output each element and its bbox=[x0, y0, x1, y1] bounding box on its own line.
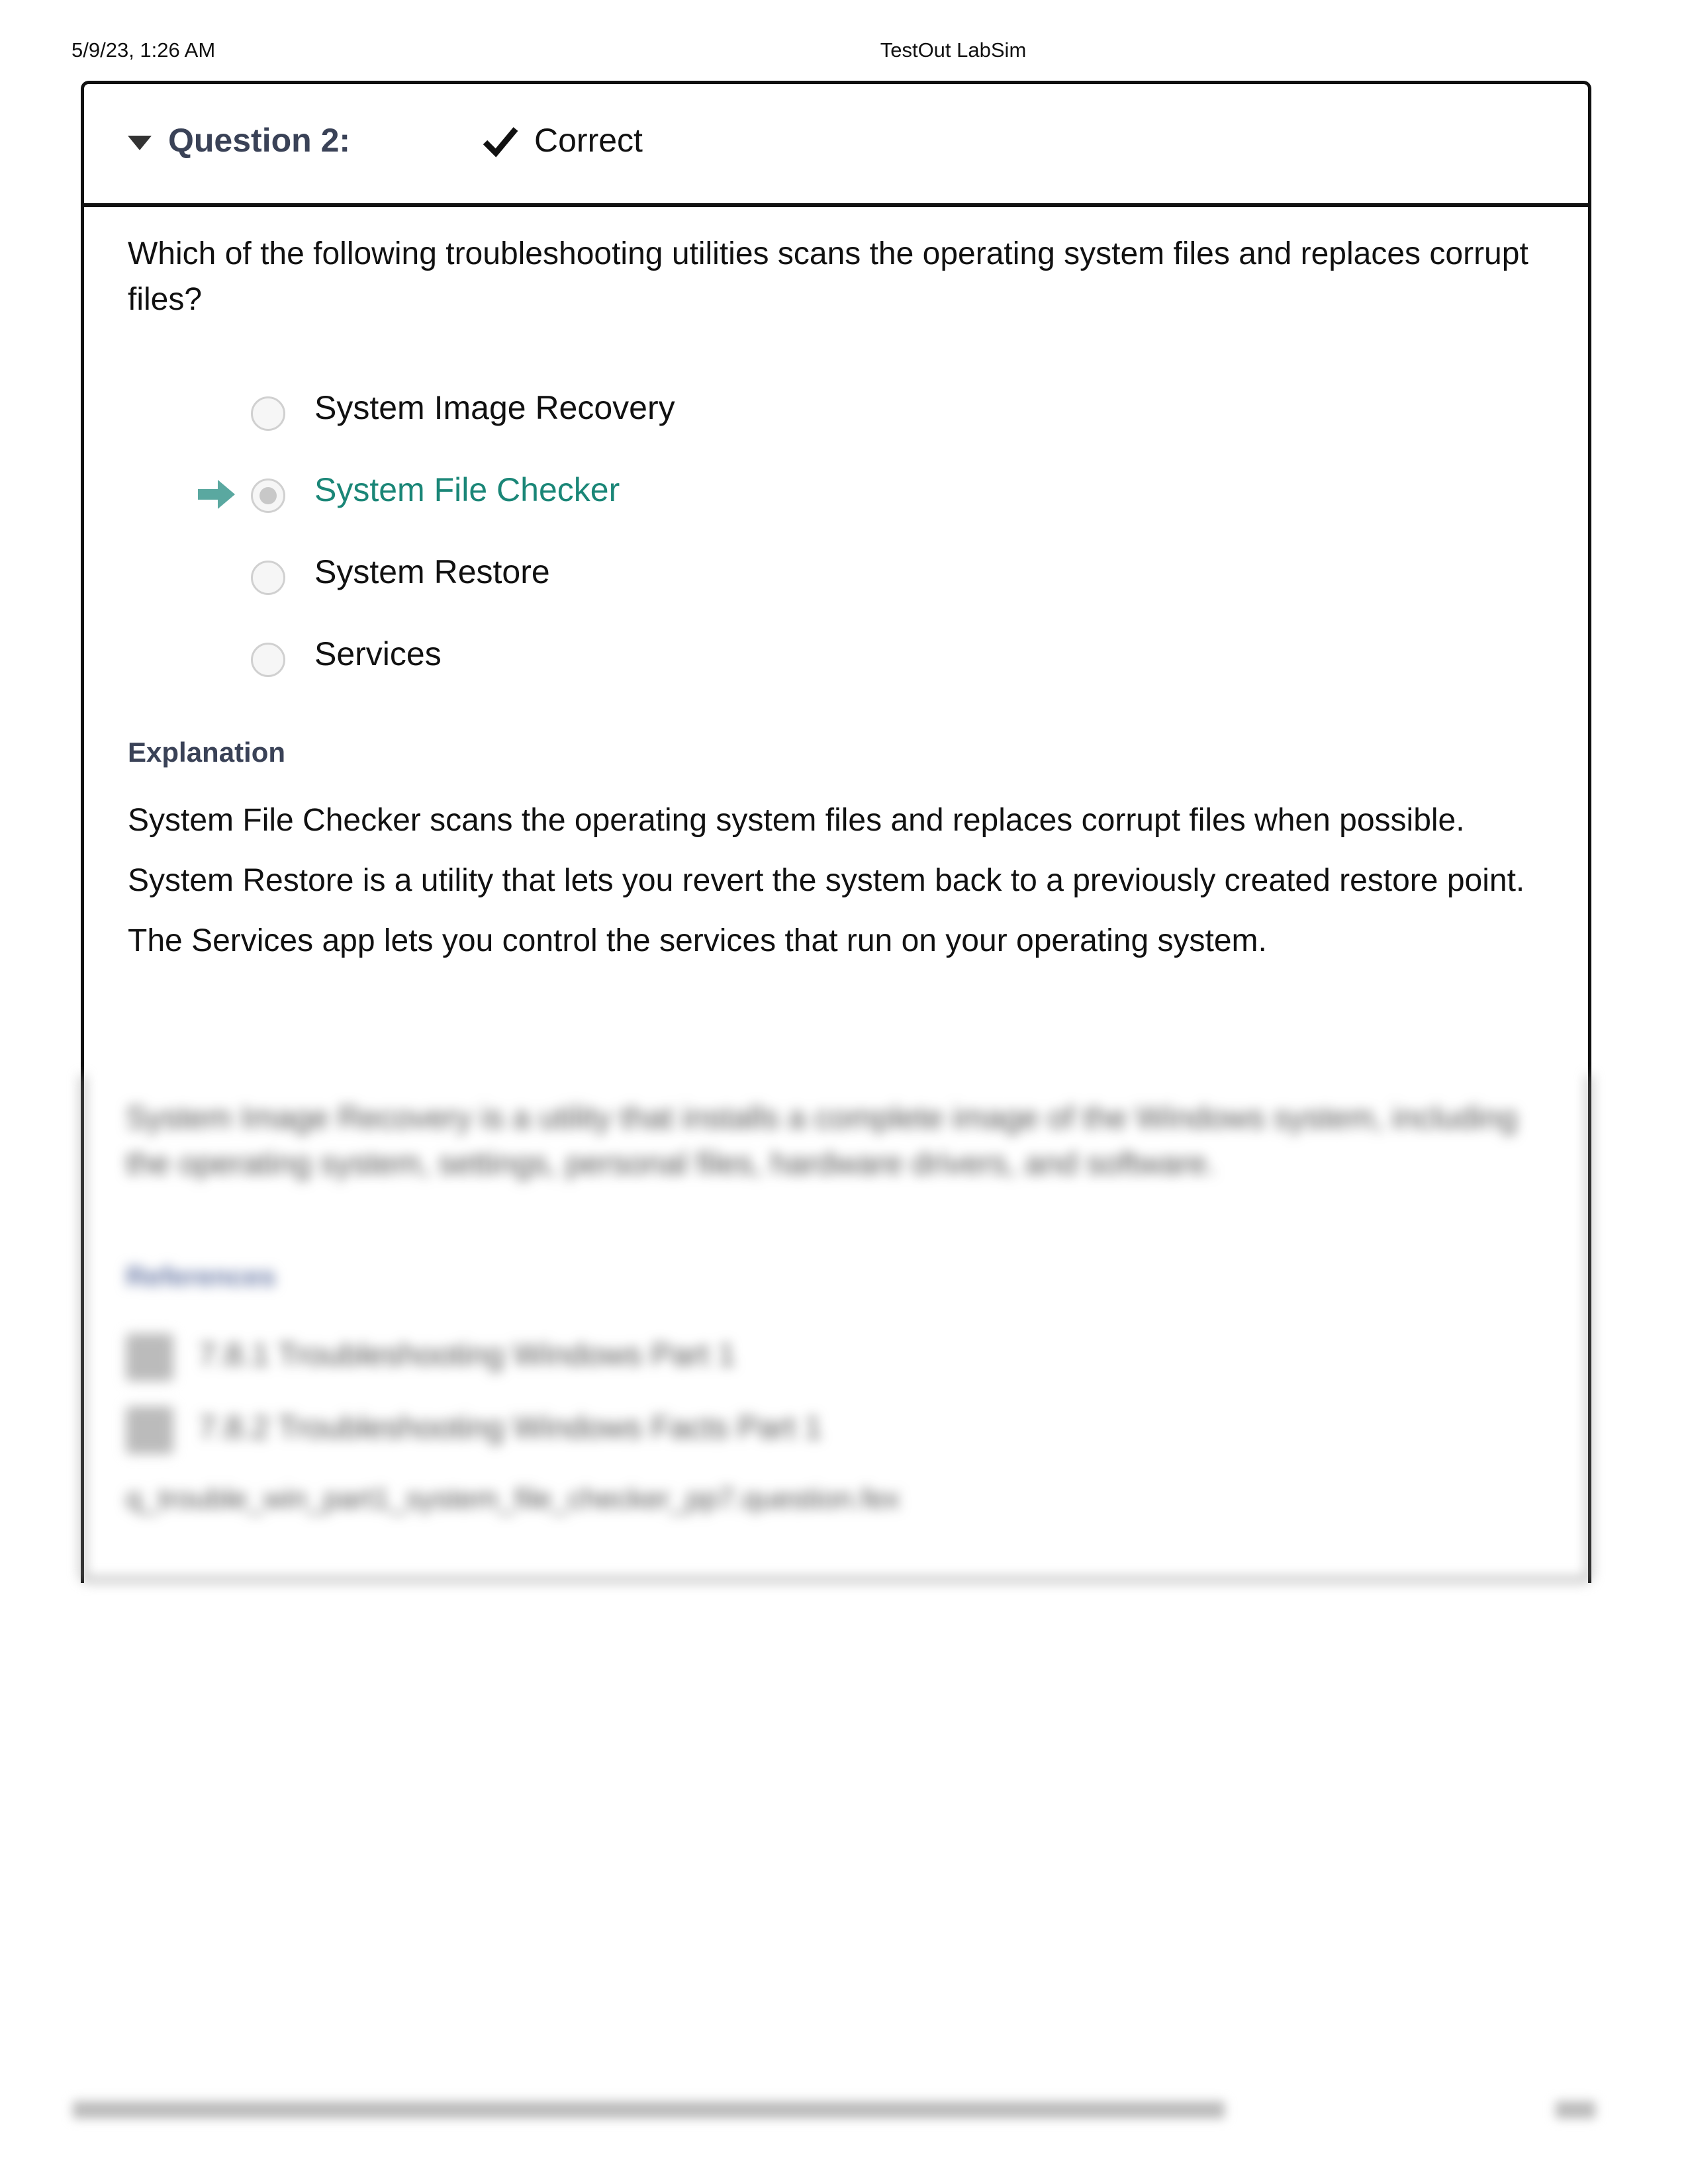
reference-icon bbox=[126, 1334, 173, 1381]
option-label: Services bbox=[314, 635, 442, 672]
option-system-file-checker[interactable]: System File Checker bbox=[128, 471, 1544, 553]
question-text: Which of the following troubleshooting u… bbox=[128, 236, 1528, 317]
question-header[interactable]: Question 2: Correct bbox=[84, 84, 1588, 207]
blurred-region: System Image Recovery is a utility that … bbox=[73, 1075, 1595, 1598]
radio-button[interactable] bbox=[251, 396, 285, 431]
answer-options: System Image Recovery System File Checke… bbox=[128, 388, 1544, 717]
radio-button[interactable] bbox=[251, 561, 285, 595]
print-title: TestOut LabSim bbox=[880, 38, 1027, 62]
reference-icon bbox=[126, 1406, 173, 1454]
question-file-id: q_trouble_win_part1_system_file_checker_… bbox=[126, 1482, 900, 1515]
reference-link[interactable]: 7.8.1 Troubleshooting Windows Part 1 bbox=[199, 1337, 735, 1373]
option-services[interactable]: Services bbox=[128, 635, 1544, 717]
status-correct: Correct bbox=[534, 122, 643, 159]
explanation-paragraph: The Services app lets you control the se… bbox=[128, 923, 1267, 958]
explanation-heading: Explanation bbox=[128, 737, 286, 768]
option-label: System File Checker bbox=[314, 471, 620, 508]
reference-link[interactable]: 7.8.2 Troubleshooting Windows Facts Part… bbox=[199, 1410, 822, 1446]
option-system-image-recovery[interactable]: System Image Recovery bbox=[128, 388, 1544, 471]
radio-button-selected[interactable] bbox=[251, 478, 285, 513]
option-label: System Image Recovery bbox=[314, 389, 675, 426]
option-label: System Restore bbox=[314, 553, 550, 590]
caret-down-icon[interactable] bbox=[128, 136, 152, 150]
option-system-restore[interactable]: System Restore bbox=[128, 553, 1544, 635]
explanation-section: Explanation System File Checker scans th… bbox=[128, 737, 1544, 964]
footer-page-number-blurred bbox=[1556, 2101, 1595, 2118]
checkmark-icon bbox=[483, 127, 518, 158]
references-heading: References bbox=[126, 1261, 276, 1292]
explanation-paragraph: System Restore is a utility that lets yo… bbox=[128, 863, 1525, 898]
blurred-paragraph: System Image Recovery is a utility that … bbox=[126, 1101, 1518, 1181]
radio-button[interactable] bbox=[251, 643, 285, 677]
explanation-paragraph: System File Checker scans the operating … bbox=[128, 803, 1465, 838]
question-title: Question 2: bbox=[168, 122, 351, 159]
footer-url-blurred bbox=[73, 2101, 1225, 2118]
correct-answer-arrow-icon bbox=[198, 480, 235, 509]
